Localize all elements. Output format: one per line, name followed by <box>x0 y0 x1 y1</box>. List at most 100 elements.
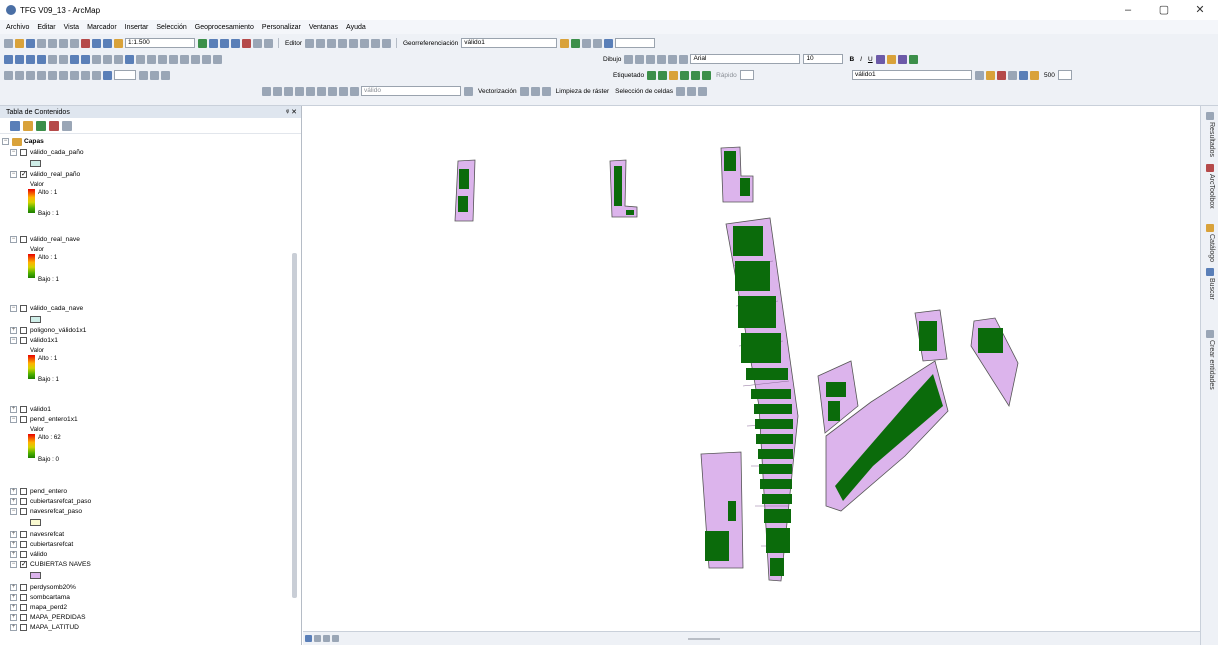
layer-checkbox[interactable] <box>20 551 27 558</box>
layer-checkbox[interactable] <box>20 604 27 611</box>
layer-checkbox[interactable] <box>20 327 27 334</box>
edit-vertices-icon[interactable] <box>679 54 689 64</box>
color-swatch-icon[interactable] <box>103 70 112 80</box>
brush-icon[interactable] <box>306 86 315 96</box>
zoom-in-icon[interactable] <box>4 54 13 64</box>
snap-raster-icon[interactable] <box>339 86 348 96</box>
select-element-icon[interactable] <box>624 54 634 64</box>
layer-checkbox[interactable] <box>20 508 27 515</box>
color-ramp-symbol[interactable] <box>28 355 35 379</box>
print-icon[interactable] <box>37 38 46 48</box>
raster-options-icon[interactable] <box>350 86 359 96</box>
redo-icon[interactable] <box>103 38 112 48</box>
link-table-icon[interactable] <box>582 38 592 48</box>
view-link-icon[interactable] <box>604 38 614 48</box>
menu-ayuda[interactable]: Ayuda <box>346 24 366 31</box>
georeferencing-menu[interactable]: Georreferenciación <box>403 40 458 47</box>
catalog-icon[interactable] <box>220 38 229 48</box>
buffer-icon[interactable] <box>1030 70 1039 80</box>
font-color-icon[interactable] <box>875 54 885 64</box>
tab-resultados[interactable]: Resultados <box>1204 112 1216 157</box>
change-layout-icon[interactable] <box>161 70 170 80</box>
edit-tool-icon[interactable] <box>304 38 314 48</box>
delete-icon[interactable] <box>81 38 90 48</box>
raster-cleanup-menu[interactable]: Limpieza de ráster <box>556 88 609 95</box>
toc-scrollbar[interactable] <box>292 253 297 598</box>
polygon-symbol[interactable] <box>30 160 41 167</box>
layer-item[interactable]: + cubiertasrefcat <box>10 540 73 549</box>
expand-icon[interactable]: + <box>10 541 17 548</box>
layer-checkbox[interactable]: ✓ <box>20 561 27 568</box>
layer-item[interactable]: + válido1 <box>10 405 51 414</box>
layer-checkbox[interactable]: ✓ <box>20 171 27 178</box>
new-document-icon[interactable] <box>4 38 13 48</box>
layer-item[interactable]: + sombcartama <box>10 593 70 602</box>
collapse-icon[interactable]: − <box>10 561 17 568</box>
menu-personalizar[interactable]: Personalizar <box>262 24 301 31</box>
layout-back-icon[interactable] <box>81 70 90 80</box>
layer-select[interactable]: válido1 <box>852 70 972 80</box>
interactive-select-icon[interactable] <box>686 86 696 96</box>
undo-icon[interactable] <box>92 38 101 48</box>
menu-ventanas[interactable]: Ventanas <box>309 24 338 31</box>
layer-checkbox[interactable] <box>20 416 27 423</box>
menu-archivo[interactable]: Archivo <box>6 24 29 31</box>
split-icon[interactable] <box>337 38 347 48</box>
list-by-drawing-order-icon[interactable] <box>10 120 20 131</box>
collapse-icon[interactable]: − <box>10 305 17 312</box>
text-icon[interactable] <box>668 54 678 64</box>
cell-selection-menu[interactable]: Selección de celdas <box>615 88 673 95</box>
viewer-window-icon[interactable] <box>213 54 222 64</box>
menu-insertar[interactable]: Insertar <box>125 24 149 31</box>
collapse-icon[interactable]: − <box>10 508 17 515</box>
underline-button[interactable]: U <box>868 56 873 63</box>
clear-selection-icon[interactable] <box>103 54 112 64</box>
layer-item[interactable]: + poligono_válido1x1 <box>10 326 86 335</box>
layer-item[interactable]: + navesrefcat <box>10 530 64 539</box>
layout-fixed-out-icon[interactable] <box>70 70 79 80</box>
font-select[interactable]: Arial <box>690 54 801 64</box>
label-weight-icon[interactable] <box>669 70 679 80</box>
quick-label-dropdown[interactable] <box>739 70 754 80</box>
label-manager-icon[interactable] <box>647 70 657 80</box>
collapse-icon[interactable]: − <box>10 171 17 178</box>
layer-item[interactable]: + válido <box>10 550 47 559</box>
list-by-visibility-icon[interactable] <box>36 120 46 131</box>
go-to-xy-icon[interactable] <box>191 54 200 64</box>
rotate-element-icon[interactable] <box>635 54 645 64</box>
layout-zoom-out-icon[interactable] <box>15 70 24 80</box>
generate-features-icon[interactable] <box>519 86 529 96</box>
rectangle-icon[interactable] <box>657 54 667 64</box>
close-button[interactable]: ✕ <box>1182 0 1218 20</box>
menu-vista[interactable]: Vista <box>64 24 79 31</box>
layer-item[interactable]: − válido_cada_nave <box>10 304 83 313</box>
modelbuilder-icon[interactable] <box>264 38 273 48</box>
save-icon[interactable] <box>26 38 35 48</box>
table-icon[interactable] <box>209 38 218 48</box>
layer-item[interactable]: − navesrefcat_paso <box>10 507 82 516</box>
labeling-menu[interactable]: Etiquetado <box>613 72 644 79</box>
layout-pan-icon[interactable] <box>26 70 35 80</box>
layer-checkbox[interactable] <box>20 624 27 631</box>
layer-item[interactable]: + MAPA_LATITUD <box>10 623 79 632</box>
maximize-button[interactable]: ▢ <box>1146 0 1182 20</box>
minimize-button[interactable]: – <box>1110 0 1146 20</box>
paste-icon[interactable] <box>70 38 79 48</box>
vector-settings-icon[interactable] <box>464 86 473 96</box>
refresh-icon[interactable] <box>323 635 330 642</box>
full-extent-icon[interactable] <box>37 54 46 64</box>
time-slider-icon[interactable] <box>202 54 211 64</box>
snapping-icon[interactable] <box>381 38 391 48</box>
zoom-out-icon[interactable] <box>15 54 24 64</box>
python-icon[interactable] <box>253 38 262 48</box>
tab-buscar[interactable]: Buscar <box>1204 268 1216 300</box>
label-priority-icon[interactable] <box>658 70 668 80</box>
list-by-source-icon[interactable] <box>23 120 33 131</box>
layer-checkbox[interactable] <box>20 236 27 243</box>
collapse-icon[interactable]: − <box>10 337 17 344</box>
layer-item[interactable]: + cubiertasrefcat_paso <box>10 497 91 506</box>
italic-button[interactable]: I <box>860 56 862 63</box>
collapse-icon[interactable]: − <box>10 236 17 243</box>
show-preview-icon[interactable] <box>530 86 540 96</box>
pause-drawing-icon[interactable] <box>332 635 339 642</box>
